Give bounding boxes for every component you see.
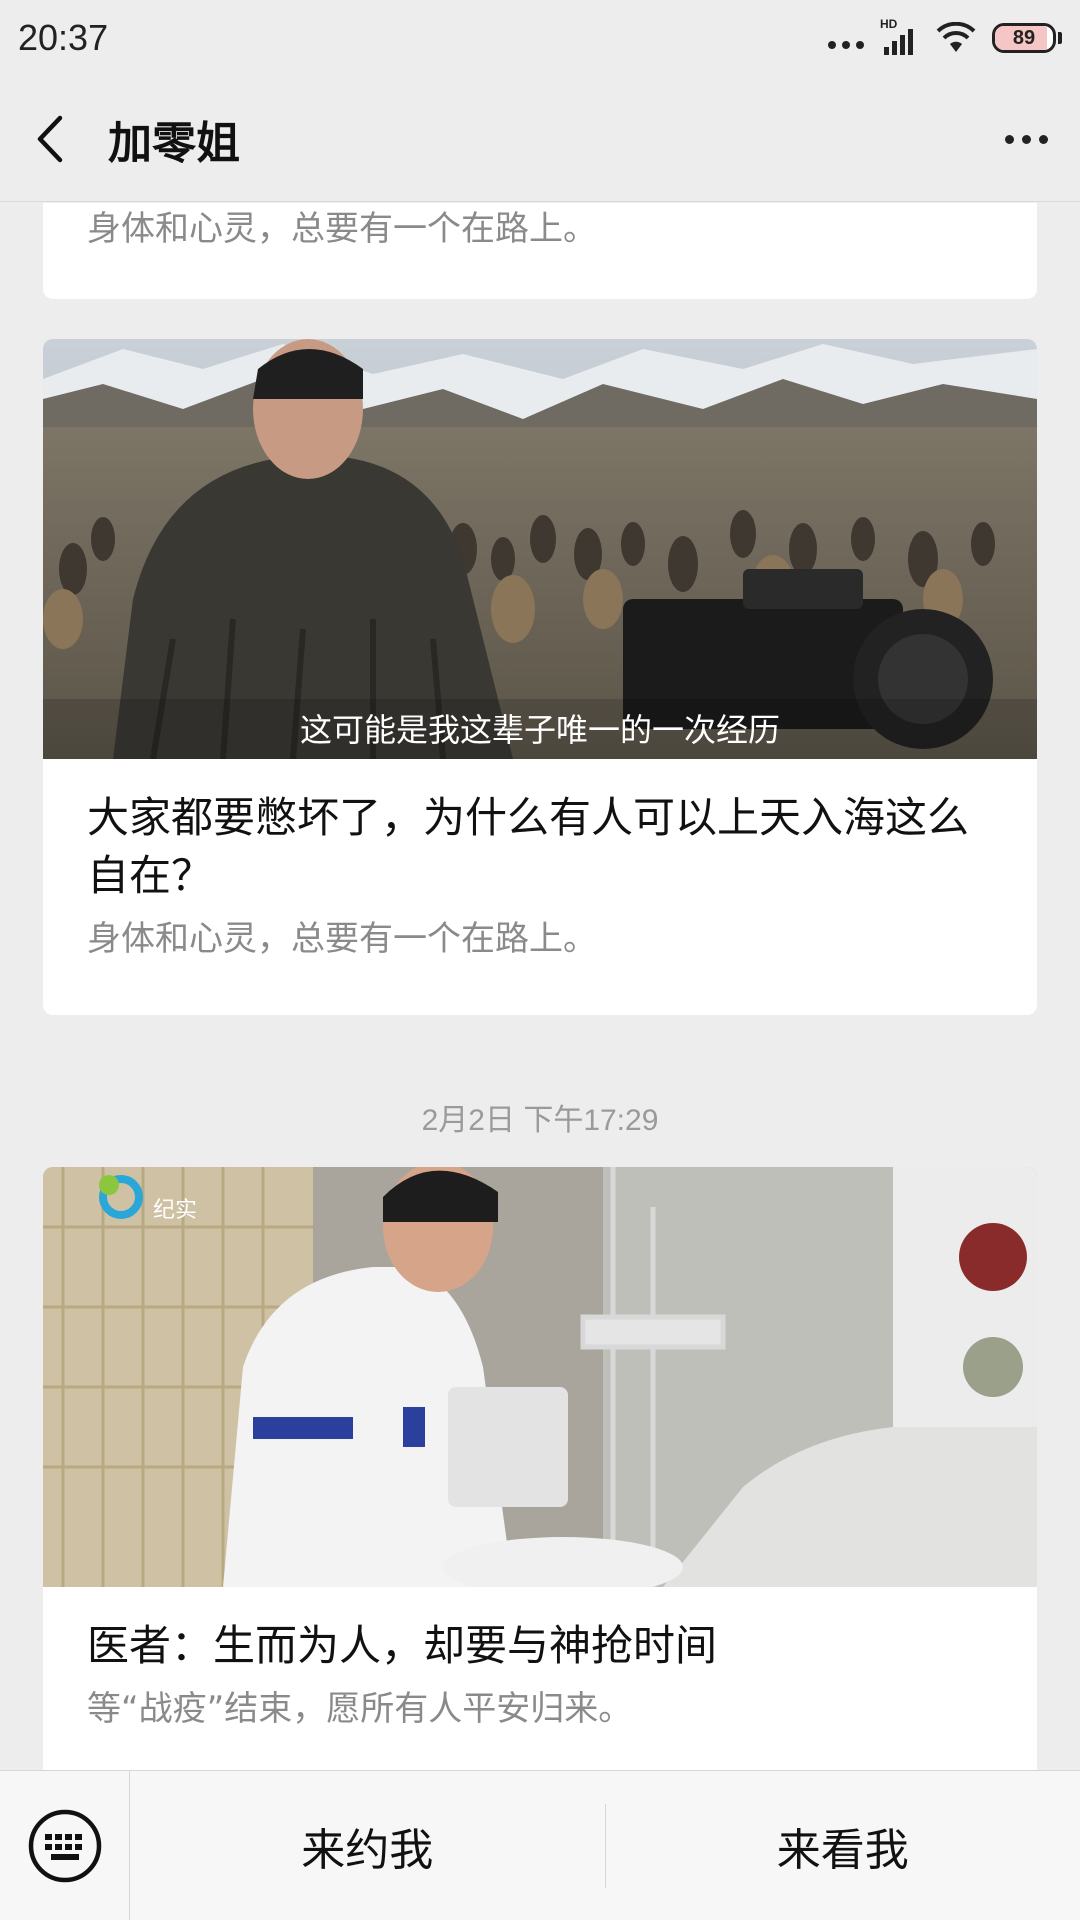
status-bar: 20:37 HD 89 [0, 0, 1080, 76]
status-icons: HD 89 [828, 17, 1062, 55]
article-thumbnail[interactable]: 纪实 [43, 1167, 1037, 1587]
article-title: 大家都要憋坏了，为什么有人可以上天入海这么自在？ [87, 793, 970, 900]
article-card[interactable]: 这可能是我这辈子唯一的一次经历 大家都要憋坏了，为什么有人可以上天入海这么自在？… [43, 339, 1037, 1015]
chevron-left-icon [37, 115, 63, 162]
signal-icon: HD [880, 17, 920, 55]
wifi-icon [936, 22, 976, 54]
date-separator: 2月2日 下午17:29 [421, 1104, 659, 1137]
article-subtitle: 身体和心灵，总要有一个在路上。 [87, 209, 597, 249]
bottom-menu-bar: 来约我 来看我 [0, 1770, 1080, 1920]
more-dots-icon [1004, 134, 1014, 144]
battery-level: 89 [1012, 26, 1036, 49]
keyboard-icon [28, 1809, 101, 1882]
message-feed[interactable]: 身体和心灵，总要有一个在路上。 这可能是我这辈子唯一的一次经历 大家都要憋坏了，… [0, 203, 1080, 1770]
thumbnail-logo: 纪实 [153, 1198, 197, 1223]
page-title: 加零姐 [108, 117, 240, 169]
back-button[interactable] [0, 76, 100, 202]
battery-icon: 89 [992, 23, 1056, 53]
article-subtitle: 身体和心灵，总要有一个在路上。 [87, 919, 597, 959]
article-thumbnail[interactable]: 这可能是我这辈子唯一的一次经历 [43, 339, 1037, 759]
article-title: 医者：生而为人，却要与神抢时间 [87, 1621, 718, 1670]
keyboard-toggle-button[interactable] [0, 1770, 130, 1920]
article-card-previous[interactable]: 身体和心灵，总要有一个在路上。 [43, 203, 1037, 299]
menu-button-visit[interactable]: 来看我 [606, 1771, 1080, 1920]
notification-dots-icon [828, 41, 864, 49]
article-subtitle: 等“战疫”结束，愿所有人平安归来。 [87, 1689, 633, 1729]
app-header: 加零姐 [0, 76, 1080, 202]
more-button[interactable] [996, 114, 1056, 164]
article-card[interactable]: 纪实 医者：生而为人，却要与神抢时间 等“战疫”结束，愿所有人平安归来。 [43, 1167, 1037, 1770]
status-time: 20:37 [18, 17, 109, 58]
menu-button-book[interactable]: 来约我 [130, 1771, 605, 1920]
thumbnail-caption: 这可能是我这辈子唯一的一次经历 [300, 711, 780, 749]
